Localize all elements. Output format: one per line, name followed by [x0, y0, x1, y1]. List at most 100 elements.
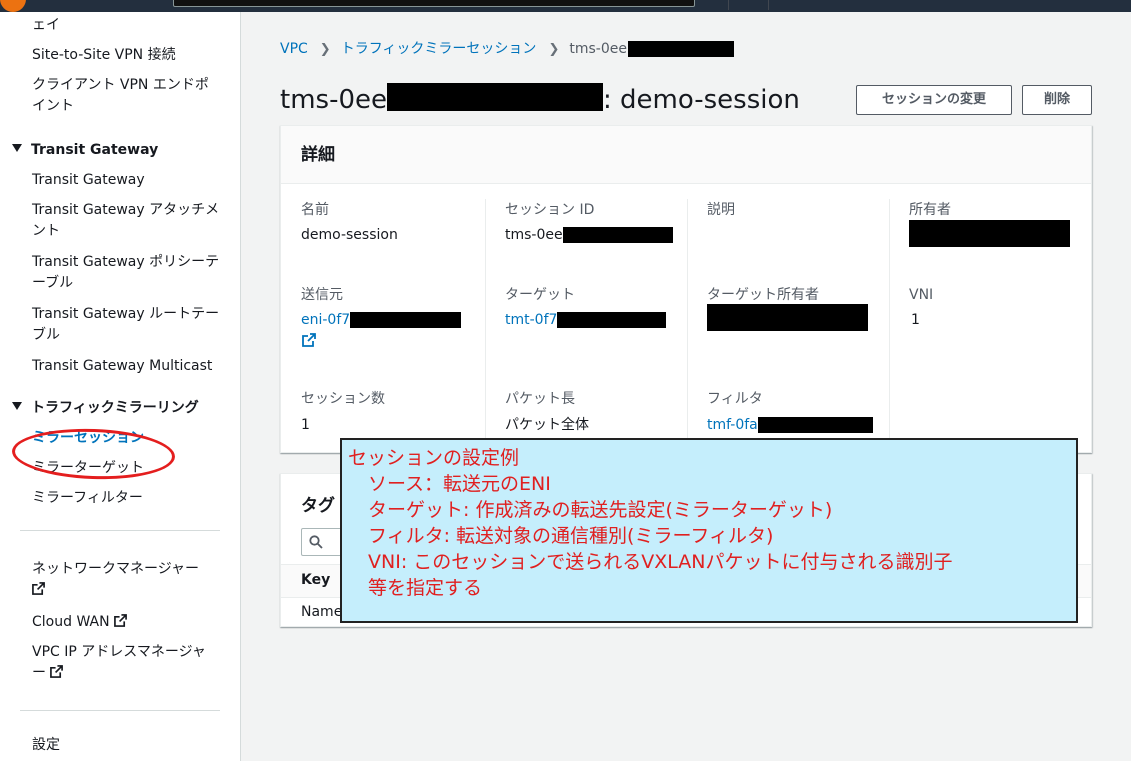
details-panel: 詳細 名前 demo-session セッション ID tms-0ee 説明 所…: [280, 125, 1092, 453]
sidebar-item-label: Cloud WAN: [32, 614, 110, 630]
target-label: ターゲット: [505, 287, 575, 303]
modify-session-button[interactable]: セッションの変更: [856, 85, 1012, 115]
breadcrumb: VPC ❯ トラフィックミラーセッション ❯ tms-0ee: [280, 40, 734, 59]
sidebar-item-transit-gateway[interactable]: Transit Gateway: [32, 170, 145, 191]
sidebar-divider: [20, 710, 220, 711]
description-label: 説明: [707, 202, 735, 218]
top-navigation-bar: [0, 0, 1131, 12]
redaction-box: [707, 304, 868, 331]
chevron-right-icon: ❯: [319, 42, 331, 57]
tag-row-key: Name: [301, 604, 343, 620]
delete-button[interactable]: 削除: [1022, 85, 1092, 115]
search-input[interactable]: [173, 0, 695, 7]
filter-link[interactable]: tmf-0fa: [707, 417, 758, 433]
toolbar-separator: [728, 0, 729, 10]
sidebar-item-vpc-ipam[interactable]: VPC IP アドレスマネージャ ー: [32, 642, 206, 684]
sidebar-item-mirror-sessions[interactable]: ミラーセッション: [32, 428, 144, 449]
sidebar-item-label: Transit Gateway アタッチメ: [32, 202, 220, 218]
target-value[interactable]: tmt-0f7: [505, 311, 667, 329]
filter-value[interactable]: tmf-0fa: [707, 416, 873, 434]
vni-label: VNI: [909, 287, 934, 303]
column-divider: [485, 199, 486, 441]
sidebar-item-label: クライアント VPN エンドポ: [32, 77, 209, 93]
column-header-key[interactable]: Key: [301, 572, 330, 588]
redaction-box: [757, 417, 873, 433]
details-heading: 詳細: [301, 145, 335, 165]
callout-line: フィルタ: 転送対象の通信種別(ミラーフィルタ): [368, 525, 774, 547]
callout-title: セッションの設定例: [348, 447, 520, 469]
filter-label: フィルタ: [707, 391, 763, 407]
session-number-label: セッション数: [301, 391, 385, 407]
sidebar-item-label: イント: [32, 98, 74, 114]
sidebar-divider: [20, 530, 220, 531]
name-label: 名前: [301, 202, 329, 218]
external-link-icon: [114, 614, 127, 627]
breadcrumb-mirror-sessions[interactable]: トラフィックミラーセッション: [341, 41, 537, 57]
session-id-value: tms-0ee: [505, 226, 673, 244]
caret-down-icon: [12, 144, 22, 152]
redaction-box: [562, 227, 673, 243]
breadcrumb-vpc[interactable]: VPC: [280, 41, 308, 57]
redaction-box: [386, 83, 603, 111]
redaction-box: [909, 220, 1070, 247]
session-id-text: tms-0ee: [505, 227, 563, 243]
packet-length-label: パケット長: [505, 391, 575, 407]
sidebar-item-tgw-route-tables[interactable]: Transit Gateway ルートテー ブル: [32, 304, 219, 346]
callout-line: ソース：転送元のENI: [368, 473, 551, 495]
sidebar-item-settings[interactable]: 設定: [32, 735, 60, 756]
callout-line: 等を指定する: [368, 577, 483, 599]
breadcrumb-current: tms-0ee: [569, 41, 627, 57]
sidebar-navigation: ェイ Site-to-Site VPN 接続 クライアント VPN エンドポ イ…: [0, 12, 241, 761]
title-session-name: : demo-session: [602, 85, 800, 115]
sidebar-item-label: ー: [32, 665, 46, 681]
caret-down-icon: [12, 402, 22, 410]
search-icon: [309, 535, 323, 549]
redaction-box: [627, 41, 734, 57]
section-label: トラフィックミラーリング: [31, 400, 199, 416]
column-divider: [889, 199, 890, 441]
chevron-right-icon: ❯: [548, 42, 560, 57]
sidebar-item-mirror-targets[interactable]: ミラーターゲット: [32, 458, 144, 479]
source-value[interactable]: eni-0f7: [301, 311, 462, 329]
section-label: Transit Gateway: [31, 142, 159, 158]
sidebar-item-mirror-filters[interactable]: ミラーフィルター: [32, 488, 143, 509]
source-label: 送信元: [301, 287, 343, 303]
external-link-icon: [32, 582, 45, 595]
redaction-box: [350, 312, 462, 328]
sidebar-item-label: ネットワークマネージャー: [32, 561, 200, 577]
sidebar-item-label: ブル: [32, 327, 60, 343]
page-title: tms-0ee: demo-session: [280, 83, 800, 117]
sidebar-item-tgw-multicast[interactable]: Transit Gateway Multicast: [32, 356, 212, 377]
callout-line: VNI: このセッションで送られるVXLANパケットに付与される識別子: [368, 551, 953, 573]
source-link[interactable]: eni-0f7: [301, 312, 350, 328]
sidebar-item-tgw-attachments[interactable]: Transit Gateway アタッチメ ント: [32, 200, 219, 242]
annotation-callout: セッションの設定例 ソース：転送元のENI ターゲット: 作成済みの転送先設定(…: [340, 438, 1078, 623]
sidebar-item-cloud-wan[interactable]: Cloud WAN: [32, 612, 127, 633]
target-link[interactable]: tmt-0f7: [505, 312, 557, 328]
redaction-box: [557, 312, 667, 328]
callout-line: ターゲット: 作成済みの転送先設定(ミラーターゲット): [368, 499, 833, 521]
session-number-value: 1: [301, 417, 310, 433]
sidebar-item-gateway-fragment[interactable]: ェイ: [32, 15, 60, 36]
sidebar-item-label: ント: [32, 223, 60, 239]
packet-length-value: パケット全体: [505, 417, 589, 433]
vni-value: 1: [911, 312, 920, 328]
sidebar-item-network-manager[interactable]: ネットワークマネージャー: [32, 559, 199, 601]
column-divider: [687, 199, 688, 441]
session-id-label: セッション ID: [505, 202, 595, 218]
sidebar-item-label: ーブル: [32, 275, 74, 291]
sidebar-item-client-vpn-endpoint[interactable]: クライアント VPN エンドポ イント: [32, 75, 209, 117]
sidebar-item-label: VPC IP アドレスマネージャ: [32, 644, 206, 660]
external-link-icon[interactable]: [302, 333, 316, 347]
sidebar-section-traffic-mirroring[interactable]: トラフィックミラーリング: [12, 398, 199, 418]
sidebar-item-site-to-site-vpn[interactable]: Site-to-Site VPN 接続: [32, 45, 176, 66]
owner-label: 所有者: [909, 202, 951, 218]
sidebar-section-transit-gateway[interactable]: Transit Gateway: [12, 140, 158, 160]
aws-logo[interactable]: [0, 0, 26, 12]
sidebar-item-tgw-policy-tables[interactable]: Transit Gateway ポリシーテ ーブル: [32, 252, 219, 294]
details-panel-header: 詳細: [281, 126, 1091, 184]
external-link-icon: [50, 665, 64, 678]
target-owner-label: ターゲット所有者: [707, 287, 819, 303]
toolbar-separator: [768, 0, 769, 10]
name-value: demo-session: [301, 227, 398, 243]
